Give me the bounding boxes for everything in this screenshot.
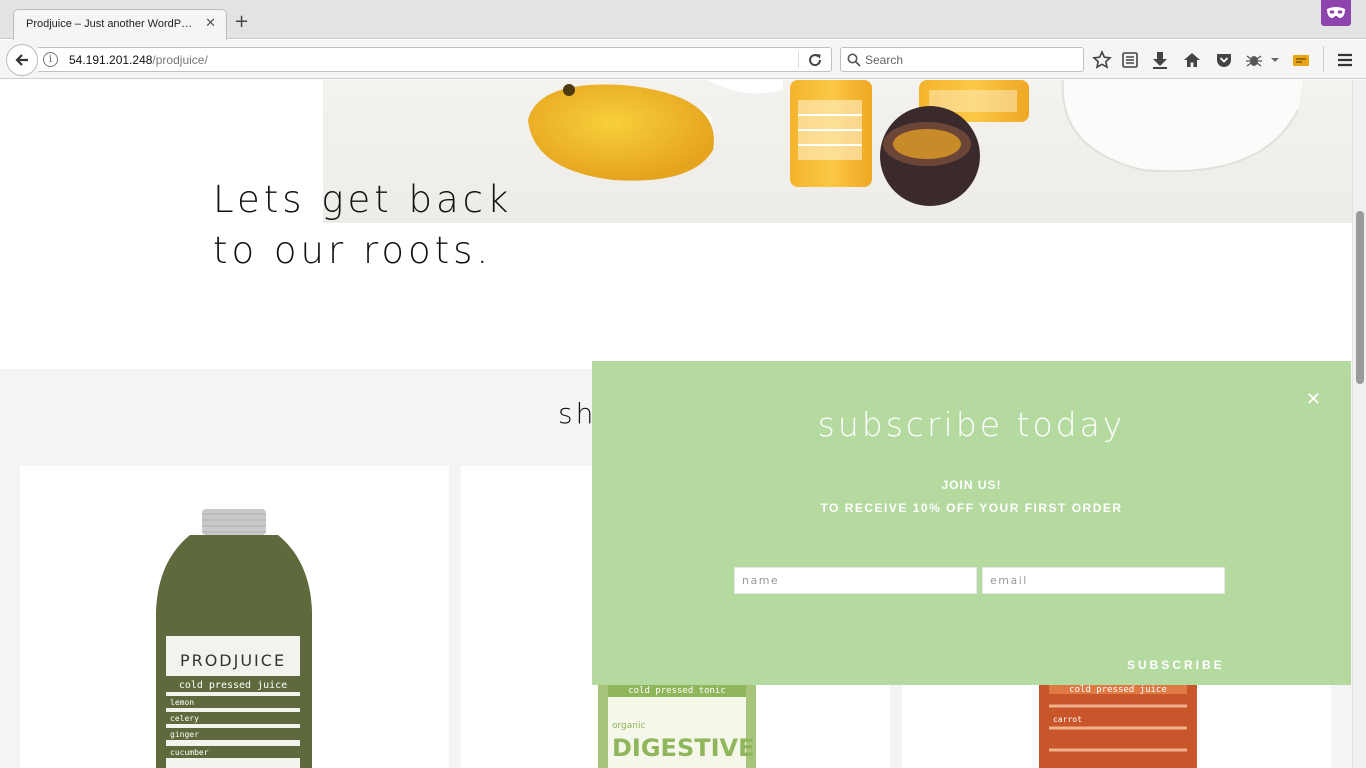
popup-join-text: JOIN US! (941, 478, 1002, 492)
product-subtitle-text: cold pressed tonic (628, 686, 726, 696)
extension-note-icon[interactable] (1291, 50, 1311, 70)
subscribe-popup: ✕ subscribe today JOIN US! TO RECEIVE 10… (592, 361, 1351, 685)
subscribe-button[interactable]: SUBSCRIBE (1127, 658, 1225, 672)
product-ingredient-text: cucumber (170, 748, 209, 757)
green-juice-bottle-image: PRODJUICE cold pressed juice lemon celer… (156, 509, 312, 768)
back-button[interactable] (6, 44, 38, 76)
url-text[interactable]: 54.191.201.248/prodjuice/ (69, 53, 208, 67)
site-info-icon[interactable]: i (43, 52, 58, 67)
product-subtitle-text: cold pressed juice (179, 680, 287, 691)
product-ingredient-text: celery (170, 714, 199, 723)
bookmark-star-icon[interactable] (1092, 50, 1112, 70)
navigation-toolbar: i 54.191.201.248/prodjuice/ (0, 40, 1366, 79)
close-tab-icon[interactable]: ✕ (205, 16, 216, 31)
chevron-down-icon[interactable] (1268, 50, 1282, 70)
url-divider (798, 51, 799, 68)
product-ingredient-text: ginger (170, 730, 199, 739)
pocket-icon[interactable] (1214, 50, 1234, 70)
email-field[interactable] (982, 567, 1225, 594)
download-icon[interactable] (1150, 50, 1170, 70)
tab-bar: Prodjuice – Just another WordP… ✕ + (0, 0, 1366, 40)
scrollbar-thumb[interactable] (1356, 211, 1364, 384)
back-arrow-icon (15, 54, 28, 66)
url-bar[interactable]: i 54.191.201.248/prodjuice/ (38, 47, 832, 72)
product-name-small-text: organic (612, 721, 645, 731)
hero-tagline: Lets get back to our roots. (213, 174, 512, 276)
product-subtitle-text: cold pressed juice (1069, 685, 1167, 695)
hero-tagline-line-1: Lets get back (213, 178, 513, 221)
home-icon[interactable] (1182, 50, 1202, 70)
search-icon (847, 53, 861, 67)
popup-title: subscribe today (817, 405, 1126, 444)
browser-tab[interactable]: Prodjuice – Just another WordP… ✕ (13, 9, 227, 40)
product-ingredient-text: lemon (170, 698, 194, 707)
shop-heading: sh (558, 397, 597, 430)
hamburger-menu-icon[interactable] (1335, 50, 1355, 70)
search-input[interactable] (865, 51, 1065, 68)
new-tab-button[interactable]: + (234, 13, 249, 31)
reading-list-icon[interactable] (1120, 50, 1140, 70)
product-name-text: DIGESTIVE (612, 734, 755, 762)
product-card[interactable]: PRODJUICE cold pressed juice lemon celer… (20, 466, 449, 768)
url-host: 54.191.201.248 (69, 53, 153, 67)
private-browsing-mask-icon (1321, 0, 1351, 26)
reload-icon[interactable] (807, 52, 823, 68)
tab-title: Prodjuice – Just another WordP… (26, 18, 193, 30)
toolbar-divider (1323, 46, 1324, 72)
extension-bug-icon[interactable] (1244, 50, 1264, 70)
search-bar[interactable] (840, 47, 1084, 72)
product-ingredient-text: carrot (1053, 715, 1082, 724)
hero-tagline-line-2: to our roots. (213, 229, 493, 272)
product-brand-text: PRODJUICE (180, 651, 286, 670)
name-field[interactable] (734, 567, 977, 594)
url-path: /prodjuice/ (152, 53, 208, 67)
popup-offer-text: TO RECEIVE 10% OFF YOUR FIRST ORDER (820, 501, 1123, 515)
page-scrollbar[interactable] (1352, 80, 1366, 768)
